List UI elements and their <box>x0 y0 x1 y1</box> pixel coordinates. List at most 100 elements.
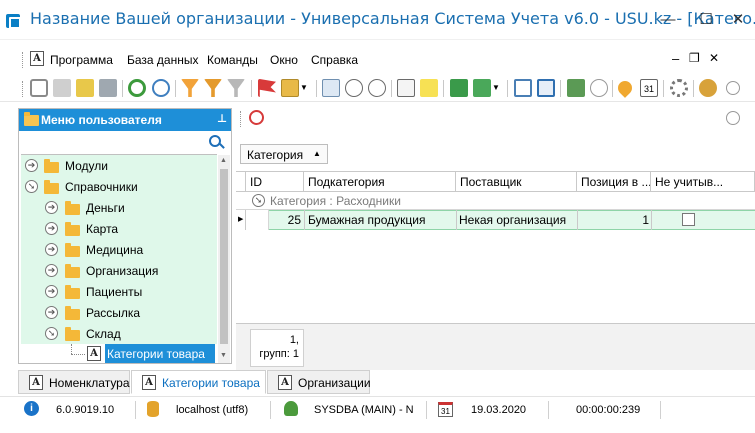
collapse-icon[interactable]: ➘ <box>25 180 38 193</box>
column-header-not-counted[interactable]: Не учитыв... <box>651 172 755 192</box>
cell-id[interactable]: 25 <box>269 213 304 227</box>
tree-item-organization[interactable]: ➔ Организация <box>21 260 217 281</box>
collapse-icon[interactable]: ➘ <box>45 327 58 340</box>
expand-icon[interactable]: ➔ <box>45 285 58 298</box>
window-icon[interactable] <box>537 79 555 97</box>
tree-item-label-selected: Категории товара <box>105 344 215 363</box>
scroll-down-icon[interactable]: ▼ <box>220 352 227 359</box>
columns-icon[interactable] <box>322 79 340 97</box>
menu-grip <box>22 52 25 68</box>
toolbar-more-icon[interactable] <box>726 81 740 95</box>
tree-item-warehouse[interactable]: ➘ Склад <box>21 323 217 344</box>
summary-count: 1, <box>289 334 299 346</box>
mdi-close-button[interactable]: ✕ <box>709 51 719 65</box>
tree-item-label: Карта <box>86 222 119 236</box>
filter-icon[interactable] <box>181 79 199 97</box>
export-icon[interactable] <box>473 79 491 97</box>
expand-icon[interactable]: ➔ <box>25 159 38 172</box>
tab-nomenclature[interactable]: A Номенклатура <box>18 370 130 394</box>
scroll-thumb[interactable] <box>220 169 228 344</box>
cell-supplier[interactable]: Некая организация <box>459 213 566 227</box>
maximize-button[interactable]: ☐ <box>692 8 720 32</box>
expand-all-icon[interactable] <box>345 79 363 97</box>
status-separator <box>548 401 549 419</box>
users-icon[interactable] <box>699 79 717 97</box>
cell-position[interactable]: 1 <box>577 213 649 227</box>
refresh-red-icon[interactable] <box>249 110 264 125</box>
expand-icon[interactable]: ➔ <box>45 306 58 319</box>
tree-item-mailing[interactable]: ➔ Рассылка <box>21 302 217 323</box>
expand-icon[interactable]: ➔ <box>45 222 58 235</box>
column-header-id[interactable]: ID <box>246 172 304 192</box>
menu-help[interactable]: Справка <box>311 53 358 67</box>
calendar-icon[interactable]: 31 <box>640 79 658 97</box>
cell-subcategory[interactable]: Бумажная продукция <box>308 213 425 227</box>
edit-icon[interactable] <box>76 79 94 97</box>
mdi-minimize-button[interactable]: – <box>672 51 679 66</box>
search-icon[interactable] <box>152 79 170 97</box>
close-button[interactable]: ✕ <box>724 8 752 32</box>
column-header-supplier[interactable]: Поставщик <box>456 172 577 192</box>
tree-item-label: Организация <box>86 264 159 278</box>
dropdown-arrow-icon[interactable]: ▼ <box>492 83 500 92</box>
note-icon[interactable] <box>420 79 438 97</box>
toolbar-separator <box>507 80 508 97</box>
menu-program[interactable]: Программа <box>50 53 113 67</box>
user-icon <box>284 401 298 416</box>
folder-icon <box>24 112 39 126</box>
gear-icon[interactable] <box>670 79 688 97</box>
mdi-restore-button[interactable]: ❐ <box>689 51 700 65</box>
menu-window[interactable]: Окно <box>270 53 298 67</box>
map-pin-icon[interactable] <box>615 78 635 98</box>
column-header-position[interactable]: Позиция в ... <box>577 172 651 192</box>
user-menu-title: Меню пользователя <box>41 113 162 127</box>
group-row[interactable]: ➘ Категория : Расходники <box>236 192 755 210</box>
tree-item-product-categories[interactable]: A Категории товара <box>21 344 217 363</box>
expand-icon[interactable]: ➔ <box>45 264 58 277</box>
add-row-icon[interactable] <box>397 79 415 97</box>
minimize-button[interactable]: — <box>654 8 682 32</box>
tree-item-modules[interactable]: ➔ Модули <box>21 155 217 176</box>
tree-item-label: Пациенты <box>86 285 143 299</box>
tree-item-medicine[interactable]: ➔ Медицина <box>21 239 217 260</box>
tree-connector <box>71 344 72 354</box>
table-row[interactable]: ▶ 25 Бумажная продукция Некая организаци… <box>236 210 755 230</box>
status-database: localhost (utf8) <box>176 404 249 416</box>
status-separator <box>135 401 136 419</box>
column-header-subcategory[interactable]: Подкатегория <box>304 172 456 192</box>
group-by-chip[interactable]: Категория ▲ <box>240 144 328 164</box>
tab-organizations[interactable]: A Организации <box>267 370 371 394</box>
exit-icon[interactable] <box>567 79 585 97</box>
tree-item-money[interactable]: ➔ Деньги <box>21 197 217 218</box>
menu-database[interactable]: База данных <box>127 53 198 67</box>
copy-icon[interactable] <box>53 79 71 97</box>
collapse-group-icon[interactable]: ➘ <box>252 194 265 207</box>
refresh-icon[interactable] <box>128 79 146 97</box>
expand-icon[interactable]: ➔ <box>45 201 58 214</box>
menu-commands[interactable]: Команды <box>207 53 258 67</box>
tree-item-patients[interactable]: ➔ Пациенты <box>21 281 217 302</box>
new-window-icon[interactable] <box>514 79 532 97</box>
toolbar-grip <box>240 111 243 127</box>
image-icon[interactable] <box>281 79 299 97</box>
delete-icon[interactable] <box>99 79 117 97</box>
not-counted-checkbox[interactable] <box>682 213 695 226</box>
sort-ascending-icon[interactable]: ▲ <box>313 149 321 158</box>
flag-icon[interactable] <box>258 79 276 97</box>
dropdown-arrow-icon[interactable]: ▼ <box>300 83 308 92</box>
scroll-up-icon[interactable]: ▲ <box>220 157 227 164</box>
collapse-all-icon[interactable] <box>368 79 386 97</box>
panel-nav-icon[interactable] <box>726 111 740 125</box>
document-icon: A <box>30 51 44 66</box>
excel-export-icon[interactable] <box>450 79 468 97</box>
navigate-icon[interactable] <box>590 79 608 97</box>
filter-settings-icon[interactable] <box>204 79 222 97</box>
tab-product-categories[interactable]: A Категории товара <box>131 370 266 394</box>
tree-item-references[interactable]: ➘ Справочники <box>21 176 217 197</box>
tree-item-map[interactable]: ➔ Карта <box>21 218 217 239</box>
clear-filter-icon[interactable] <box>227 79 245 97</box>
pin-icon[interactable]: ⊥ <box>217 112 227 125</box>
expand-icon[interactable]: ➔ <box>45 243 58 256</box>
tree-scrollbar[interactable]: ▲ ▼ <box>218 155 230 363</box>
add-record-icon[interactable] <box>30 79 48 97</box>
